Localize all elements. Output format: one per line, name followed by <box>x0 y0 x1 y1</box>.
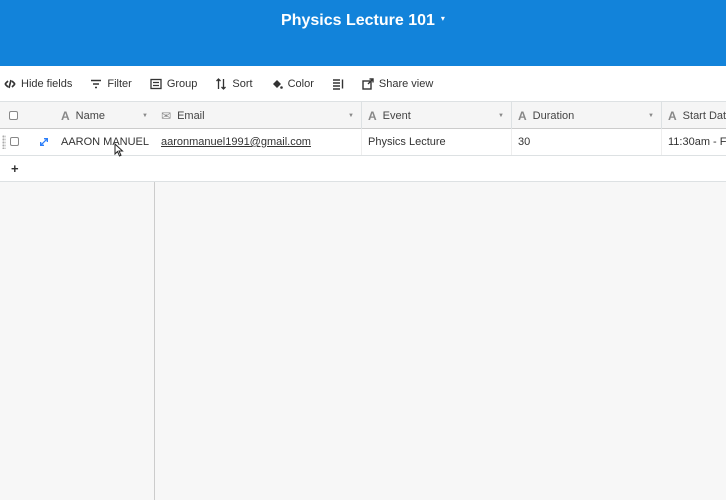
select-all-checkbox[interactable] <box>9 111 18 120</box>
chevron-down-icon[interactable]: ▼ <box>498 113 504 119</box>
group-label: Group <box>166 77 198 90</box>
column-header-start-date[interactable]: A Start Dat <box>662 102 726 129</box>
cell-name[interactable]: AARON MANUEL <box>55 129 155 155</box>
text-field-icon: A <box>368 108 377 123</box>
add-record-row[interactable] <box>155 156 726 182</box>
color-label: Color <box>287 77 314 90</box>
text-field-icon: A <box>61 108 70 123</box>
column-header-duration[interactable]: A Duration ▼ <box>512 102 662 129</box>
cell-duration[interactable]: 30 <box>512 129 662 155</box>
header-row: A Name ▼ <box>0 102 155 129</box>
view-toolbar: Hide fields Filter Group Sort Color Shar… <box>0 66 726 102</box>
chevron-down-icon[interactable]: ▼ <box>142 113 148 119</box>
paint-bucket-icon <box>272 79 283 89</box>
sort-icon <box>216 77 227 90</box>
row-controls <box>0 129 55 155</box>
row-checkbox[interactable] <box>10 137 19 146</box>
sort-button[interactable]: Sort <box>211 71 260 97</box>
hide-fields-label: Hide fields <box>21 77 73 90</box>
text-field-icon: A <box>518 108 527 123</box>
add-row-icon: + <box>11 161 19 176</box>
expand-record-icon[interactable] <box>39 137 49 147</box>
hide-fields-icon <box>4 79 16 88</box>
sort-label: Sort <box>232 77 253 90</box>
column-header-event[interactable]: A Event ▼ <box>362 102 512 129</box>
text-field-icon: A <box>668 108 677 123</box>
cell-event[interactable]: Physics Lecture <box>362 129 512 155</box>
header-row: ✉ Email ▼ A Event ▼ A Duration ▼ A Start… <box>155 102 726 129</box>
filter-icon <box>91 79 102 88</box>
email-field-icon: ✉ <box>161 108 172 123</box>
share-view-label: Share view <box>378 77 434 90</box>
hide-fields-button[interactable]: Hide fields <box>0 71 80 97</box>
frozen-pane: A Name ▼ AARON MANUEL + <box>0 102 155 500</box>
row-height-icon <box>332 78 344 90</box>
filter-button[interactable]: Filter <box>86 71 139 97</box>
row-height-button[interactable] <box>328 71 352 97</box>
select-all-cell <box>0 102 55 129</box>
records-grid: A Name ▼ AARON MANUEL + ✉ Email ▼ A Even… <box>0 102 726 500</box>
chevron-down-icon: ▾ <box>440 14 445 24</box>
table-row[interactable]: aaronmanuel1991@gmail.com Physics Lectur… <box>155 129 726 156</box>
color-button[interactable]: Color <box>267 71 322 97</box>
mouse-cursor-icon <box>114 143 124 157</box>
column-duration-label: Duration <box>532 109 575 122</box>
base-title-menu[interactable]: Physics Lecture 101 ▾ <box>0 12 726 30</box>
column-name-label: Name <box>75 109 106 122</box>
add-record-row[interactable]: + <box>0 156 155 182</box>
group-icon <box>150 78 162 89</box>
app-header: Physics Lecture 101 ▾ <box>0 0 726 66</box>
column-header-name[interactable]: A Name ▼ <box>55 102 155 129</box>
column-event-label: Event <box>382 109 411 122</box>
share-icon <box>362 77 374 90</box>
drag-handle-icon[interactable] <box>2 135 6 149</box>
column-start-date-label: Start Dat <box>682 109 726 122</box>
base-title: Physics Lecture 101 <box>281 12 435 29</box>
column-email-label: Email <box>177 109 205 122</box>
column-header-email[interactable]: ✉ Email ▼ <box>155 102 362 129</box>
cell-start-date[interactable]: 11:30am - Fr <box>662 129 726 155</box>
chevron-down-icon[interactable]: ▼ <box>648 113 654 119</box>
chevron-down-icon[interactable]: ▼ <box>348 113 354 119</box>
scroll-pane: ✉ Email ▼ A Event ▼ A Duration ▼ A Start… <box>155 102 726 500</box>
cell-email[interactable]: aaronmanuel1991@gmail.com <box>155 129 362 155</box>
group-button[interactable]: Group <box>146 71 206 97</box>
filter-label: Filter <box>107 77 132 90</box>
table-row[interactable]: AARON MANUEL <box>0 129 155 156</box>
share-view-button[interactable]: Share view <box>358 71 441 97</box>
